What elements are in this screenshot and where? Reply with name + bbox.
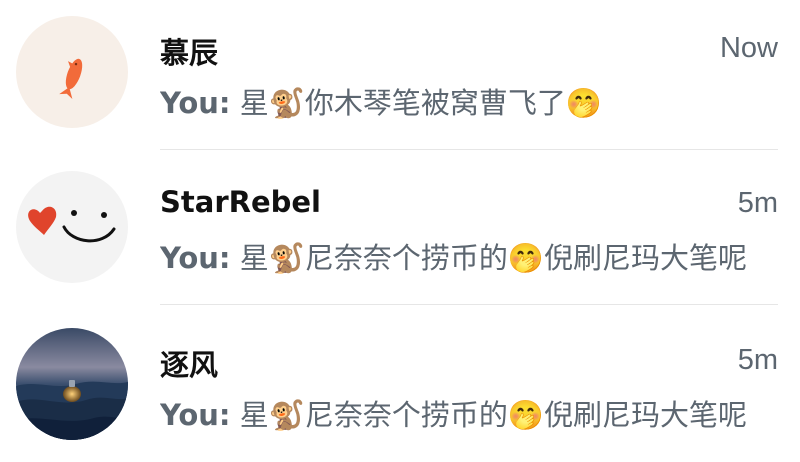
- divider: [160, 149, 778, 150]
- fish-icon: [16, 16, 128, 128]
- divider: [160, 304, 778, 305]
- ocean-bottle-icon: [16, 328, 128, 440]
- preview-sender: You:: [160, 398, 231, 432]
- preview-text: 星🐒尼奈奈个捞币的🤭倪刷尼玛大笔呢: [239, 241, 747, 275]
- message-preview: You: 星🐒尼奈奈个捞币的🤭倪刷尼玛大笔呢: [160, 392, 780, 434]
- preview-text: 星🐒你木琴笔被窝曹飞了🤭: [239, 86, 602, 120]
- preview-text: 星🐒尼奈奈个捞币的🤭倪刷尼玛大笔呢: [239, 398, 747, 432]
- preview-sender: You:: [160, 86, 231, 120]
- avatar[interactable]: [16, 328, 128, 440]
- contact-name: 逐风: [160, 348, 219, 382]
- avatar[interactable]: [16, 171, 128, 283]
- chat-list: 慕辰 Now You: 星🐒你木琴笔被窝曹飞了🤭 StarRebel 5m Yo…: [0, 0, 800, 462]
- avatar[interactable]: [16, 16, 128, 128]
- message-preview: You: 星🐒你木琴笔被窝曹飞了🤭: [160, 80, 780, 122]
- timestamp: Now: [719, 32, 778, 64]
- chat-row[interactable]: 逐风 5m You: 星🐒尼奈奈个捞币的🤭倪刷尼玛大笔呢: [0, 312, 800, 462]
- chat-row[interactable]: 慕辰 Now You: 星🐒你木琴笔被窝曹飞了🤭: [0, 0, 800, 150]
- message-preview: You: 星🐒尼奈奈个捞币的🤭倪刷尼玛大笔呢: [160, 235, 780, 277]
- timestamp: 5m: [737, 344, 778, 376]
- heart-smiley-icon: [16, 171, 128, 283]
- contact-name: StarRebel: [160, 185, 321, 219]
- chat-row[interactable]: StarRebel 5m You: 星🐒尼奈奈个捞币的🤭倪刷尼玛大笔呢: [0, 155, 800, 305]
- preview-sender: You:: [160, 241, 231, 275]
- timestamp: 5m: [737, 187, 778, 219]
- contact-name: 慕辰: [160, 36, 219, 70]
